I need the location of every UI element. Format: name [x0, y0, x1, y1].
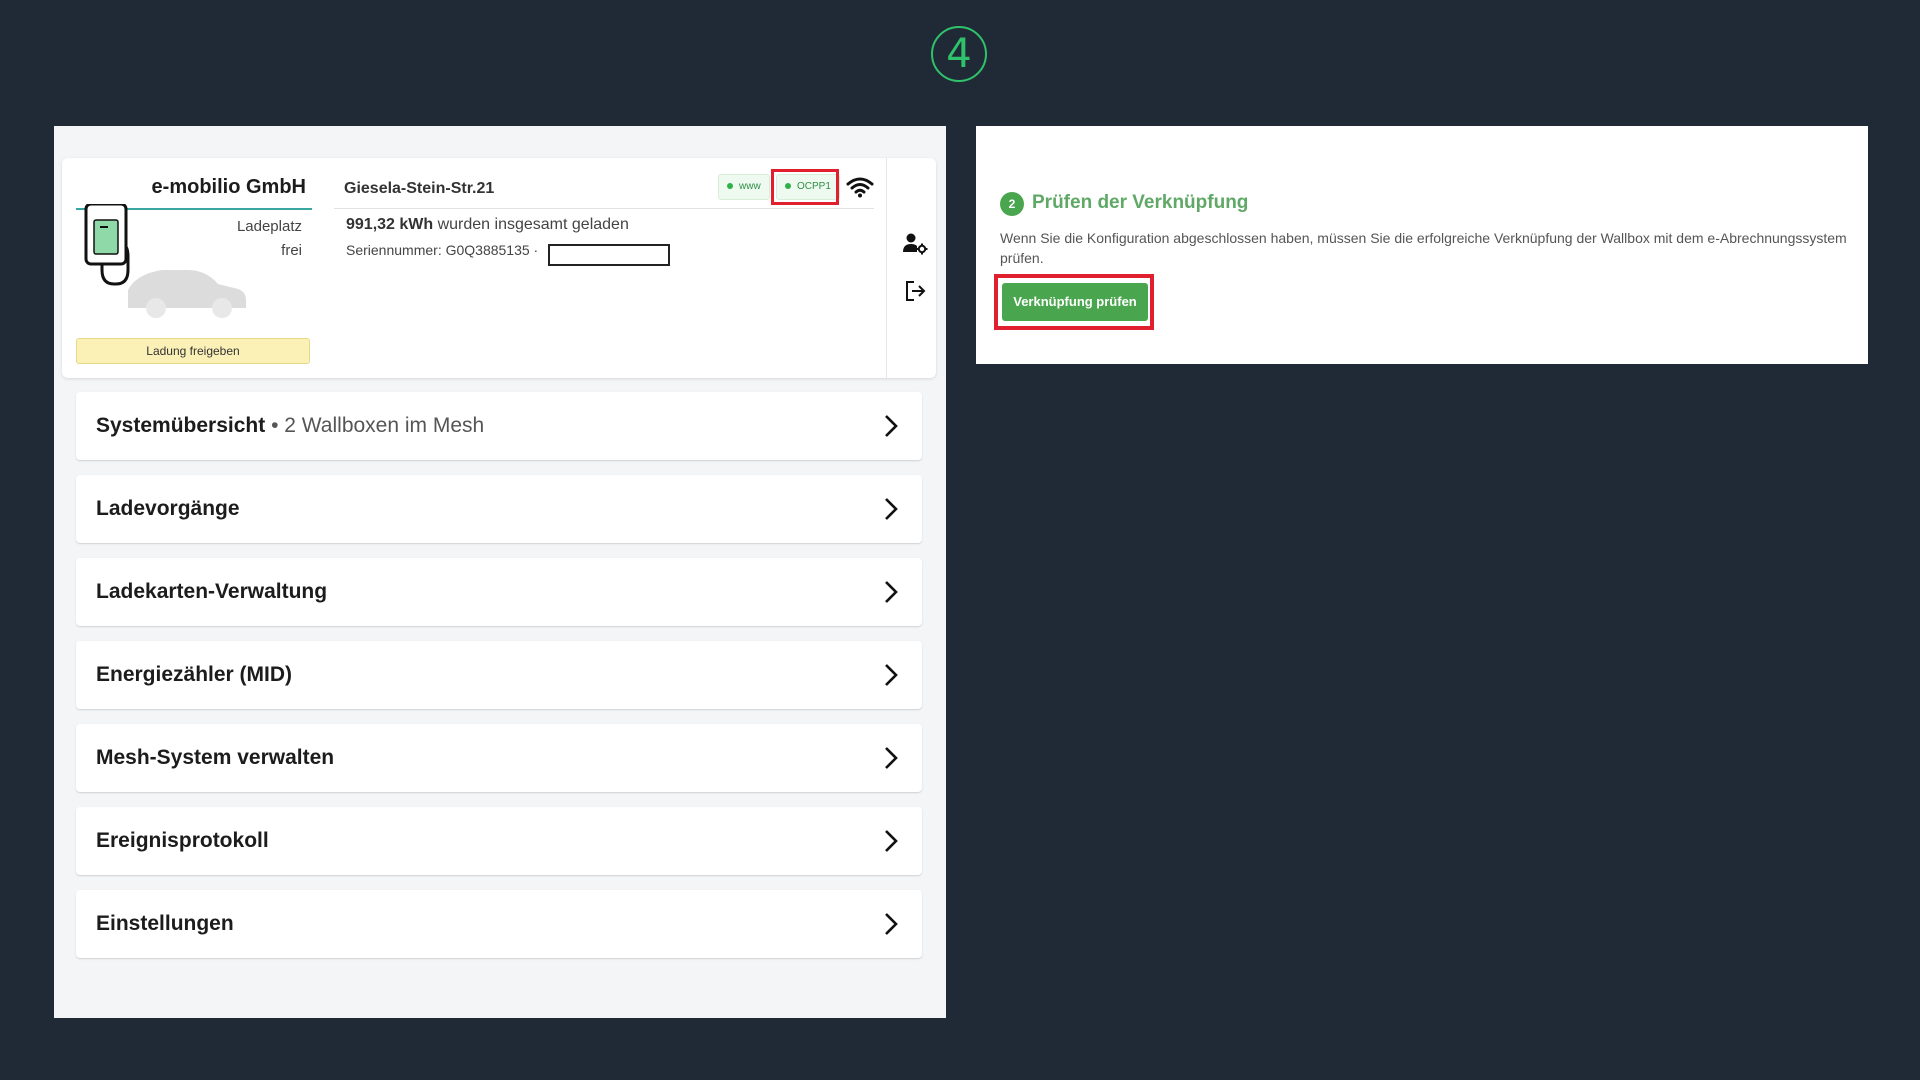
menu-item-label: Ladekarten-Verwaltung: [96, 580, 328, 603]
menu-item-systemuebersicht[interactable]: Systemübersicht • 2 Wallboxen im Mesh: [76, 392, 922, 460]
status-dot: [727, 183, 733, 190]
chevron-right-icon: [885, 664, 898, 686]
side-divider: [886, 158, 887, 378]
serial-number: Seriennummer: G0Q3885135 ·: [346, 242, 539, 258]
chevron-right-icon: [885, 415, 898, 437]
menu-item-ereignisprotokoll[interactable]: Ereignisprotokoll: [76, 807, 922, 875]
chevron-right-icon: [885, 913, 898, 935]
energy-total: 991,32 kWh wurden insgesamt geladen: [346, 216, 629, 234]
menu-item-label: Ereignisprotokoll: [96, 829, 269, 852]
step-number: 2: [1000, 192, 1024, 216]
menu-item-label: Mesh-System verwalten: [96, 746, 335, 769]
step-title: Prüfen der Verknüpfung: [1032, 192, 1249, 213]
menu-item-label: Systemübersicht • 2 Wallboxen im Mesh: [96, 414, 484, 438]
address: Giesela-Stein-Str.21: [344, 180, 495, 197]
company-name: e-mobilio GmbH: [151, 176, 306, 198]
menu-item-ladevorgaenge[interactable]: Ladevorgänge: [76, 475, 922, 543]
menu-item-label: Ladevorgänge: [96, 497, 240, 520]
user-settings-icon[interactable]: [902, 232, 928, 256]
menu-item-energiezaehler[interactable]: Energiezähler (MID): [76, 641, 922, 709]
menu-item-subtitle: • 2 Wallboxen im Mesh: [265, 414, 485, 437]
wallbox-car-illustration: [84, 204, 246, 318]
menu-item-einstellungen[interactable]: Einstellungen: [76, 890, 922, 958]
www-status-badge: www: [718, 174, 770, 200]
logout-icon[interactable]: [904, 280, 926, 302]
wallbox-app-screen: e-mobilio GmbH Ladeplatz frei Ladung fre…: [54, 126, 946, 1018]
check-link-button[interactable]: Verknüpfung prüfen: [1002, 283, 1148, 321]
energy-value: 991,32 kWh: [346, 216, 434, 233]
redacted-field: [548, 244, 670, 266]
step-number-badge: 4: [931, 26, 987, 82]
chevron-right-icon: [885, 498, 898, 520]
wifi-icon: [846, 177, 874, 198]
chevron-right-icon: [885, 581, 898, 603]
chevron-right-icon: [885, 830, 898, 852]
menu-item-ladekarten-verwaltung[interactable]: Ladekarten-Verwaltung: [76, 558, 922, 626]
release-charging-button[interactable]: Ladung freigeben: [76, 338, 310, 364]
menu-item-mesh-system[interactable]: Mesh-System verwalten: [76, 724, 922, 792]
ocpp-highlight-frame: [771, 169, 839, 205]
wallbox-status-card: e-mobilio GmbH Ladeplatz frei Ladung fre…: [62, 158, 936, 378]
divider: [334, 208, 874, 209]
chevron-right-icon: [885, 747, 898, 769]
www-badge-label: www: [739, 181, 761, 192]
menu-item-title: Systemübersicht: [96, 414, 266, 437]
energy-text: wurden insgesamt geladen: [433, 216, 629, 233]
step-description: Wenn Sie die Konfiguration abgeschlossen…: [1000, 230, 1847, 266]
link-check-panel: 2 Prüfen der Verknüpfung Wenn Sie die Ko…: [976, 126, 1868, 364]
menu-item-label: Energiezähler (MID): [96, 663, 293, 686]
menu-item-label: Einstellungen: [96, 912, 234, 935]
